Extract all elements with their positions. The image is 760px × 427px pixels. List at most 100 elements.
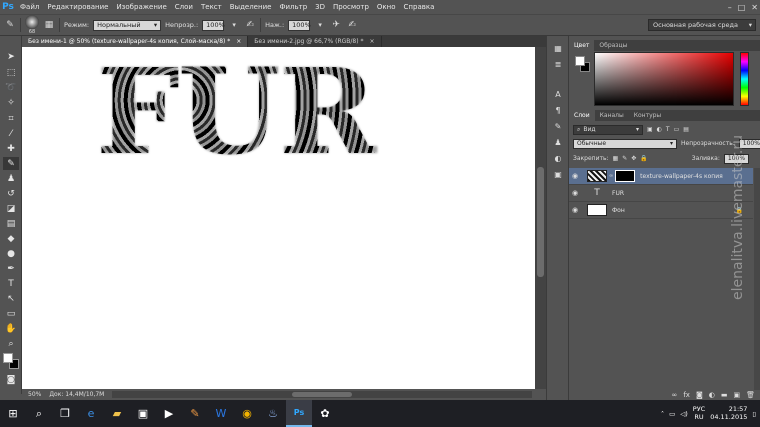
pressure-size-icon[interactable]: ✍ (346, 19, 358, 31)
mask-thumbnail[interactable] (615, 170, 636, 182)
crop-tool-icon[interactable]: ⌗ (3, 112, 19, 125)
filter-pixel-icon[interactable]: ▣ (647, 126, 653, 133)
brush-panel-icon[interactable]: ✎ (551, 120, 565, 132)
history-brush-tool-icon[interactable]: ↺ (3, 187, 19, 200)
filter-shape-icon[interactable]: ▭ (674, 126, 680, 133)
add-mask-icon[interactable]: ◙ (696, 391, 703, 400)
eye-icon[interactable]: ◉ (569, 189, 581, 197)
file-explorer-icon[interactable]: ▰ (104, 400, 130, 427)
windows-start-icon[interactable]: ⊞ (0, 400, 26, 427)
filter-text-icon[interactable]: T (666, 126, 670, 133)
store-icon[interactable]: ▣ (130, 400, 156, 427)
brush-preset-picker[interactable]: 68 (25, 15, 39, 35)
pressure-field[interactable]: 100% (288, 19, 311, 31)
volume-icon[interactable]: ◁) (680, 410, 688, 418)
tab-paths[interactable]: Контуры (629, 110, 666, 121)
scroll-thumb[interactable] (292, 392, 352, 397)
blur-tool-icon[interactable]: ◆ (3, 232, 19, 245)
photoshop-icon[interactable]: Ps (286, 400, 312, 427)
chrome-icon[interactable]: ◉ (234, 400, 260, 427)
zoom-level[interactable]: 50% (28, 391, 41, 398)
lock-pixels-icon[interactable]: ✎ (622, 155, 627, 162)
word-icon[interactable]: W (208, 400, 234, 427)
foreground-color-swatch[interactable] (3, 353, 13, 363)
filter-adjust-icon[interactable]: ◐ (657, 126, 662, 133)
vertical-scrollbar[interactable] (535, 47, 546, 389)
hand-tool-icon[interactable]: ✋ (3, 322, 19, 335)
menu-image[interactable]: Изображение (112, 3, 170, 11)
path-select-tool-icon[interactable]: ↖ (3, 292, 19, 305)
close-icon[interactable]: ✕ (751, 3, 758, 12)
character-panel-icon[interactable]: A (551, 88, 565, 100)
lock-position-icon[interactable]: ✥ (631, 155, 636, 162)
notifications-icon[interactable]: ▯ (752, 410, 756, 418)
menu-help[interactable]: Справка (400, 3, 439, 11)
task-view-icon[interactable]: ❐ (52, 400, 78, 427)
horizontal-scrollbar[interactable] (112, 391, 532, 398)
lasso-tool-icon[interactable]: ➰ (3, 81, 19, 94)
eye-icon[interactable]: ◉ (569, 172, 581, 180)
brush-tool-icon[interactable]: ✎ (4, 19, 16, 31)
app-icon[interactable]: ✿ (312, 400, 338, 427)
paint-icon[interactable]: ✎ (182, 400, 208, 427)
adjustments-panel-icon[interactable]: ◐ (551, 152, 565, 164)
adjustment-layer-icon[interactable]: ◐ (709, 391, 715, 400)
mode-select[interactable]: Нормальный ▾ (93, 19, 162, 31)
menu-text[interactable]: Текст (197, 3, 226, 11)
foreground-color-swatch[interactable] (575, 56, 585, 66)
maximize-icon[interactable]: □ (738, 3, 746, 12)
tab-channels[interactable]: Каналы (595, 110, 629, 121)
workspace-select[interactable]: Основная рабочая среда ▾ (648, 19, 756, 31)
blend-mode-select[interactable]: Обычные ▾ (573, 138, 677, 149)
zoom-tool-icon[interactable]: ⌕ (3, 337, 19, 350)
eye-icon[interactable]: ◉ (569, 206, 581, 214)
canvas[interactable]: FUR (22, 47, 535, 389)
close-icon[interactable]: × (236, 38, 241, 45)
airbrush-icon[interactable]: ✈ (330, 19, 342, 31)
lock-all-icon[interactable]: 🔒 (640, 155, 647, 162)
shape-tool-icon[interactable]: ▭ (3, 307, 19, 320)
network-icon[interactable]: ▭ (669, 410, 675, 418)
color-picker-field[interactable] (594, 52, 734, 106)
menu-file[interactable]: Файл (16, 3, 43, 11)
menu-select[interactable]: Выделение (226, 3, 276, 11)
quick-mask-icon[interactable]: ◙ (3, 373, 19, 386)
opacity-field[interactable]: 100% (202, 19, 225, 31)
layer-row[interactable]: ◉ ∞ texture-wallpaper-4s копия (569, 168, 753, 185)
edge-icon[interactable]: e (78, 400, 104, 427)
gradient-tool-icon[interactable]: ▤ (3, 217, 19, 230)
filter-smart-icon[interactable]: ▤ (683, 126, 689, 133)
chevron-up-icon[interactable]: ˄ (661, 410, 664, 418)
paragraph-panel-icon[interactable]: ¶ (551, 104, 565, 116)
layer-style-icon[interactable]: fx (683, 391, 690, 400)
stamp-tool-icon[interactable]: ♟ (3, 172, 19, 185)
tab-color[interactable]: Цвет (569, 40, 595, 51)
lock-transparent-icon[interactable]: ▦ (613, 155, 619, 162)
menu-layers[interactable]: Слои (171, 3, 197, 11)
clone-source-icon[interactable]: ♟ (551, 136, 565, 148)
steam-icon[interactable]: ♨ (260, 400, 286, 427)
brush-tool-icon[interactable]: ✎ (3, 157, 19, 170)
marquee-tool-icon[interactable]: ⬚ (3, 66, 19, 79)
link-layers-icon[interactable]: ∞ (672, 391, 678, 400)
quick-select-tool-icon[interactable]: ✧ (3, 96, 19, 109)
layer-filter-select[interactable]: ⌕ Вид ▾ (573, 124, 643, 135)
styles-panel-icon[interactable]: ▣ (551, 168, 565, 180)
history-panel-icon[interactable]: ▦ (551, 42, 565, 54)
link-icon[interactable]: ∞ (609, 173, 613, 179)
new-layer-icon[interactable]: ▣ (733, 391, 740, 400)
menu-edit[interactable]: Редактирование (43, 3, 112, 11)
chevron-down-icon[interactable]: ▾ (228, 19, 240, 31)
layer-row[interactable]: ◉ Фон 🔒 (569, 202, 753, 219)
pressure-opacity-icon[interactable]: ✍ (244, 19, 256, 31)
chevron-down-icon[interactable]: ▾ (314, 19, 326, 31)
healing-brush-tool-icon[interactable]: ✚ (3, 142, 19, 155)
trash-icon[interactable]: 🗑 (746, 391, 755, 400)
search-icon[interactable]: ⌕ (26, 400, 52, 427)
scroll-thumb[interactable] (537, 167, 544, 277)
menu-view[interactable]: Просмотр (329, 3, 373, 11)
eraser-tool-icon[interactable]: ◪ (3, 202, 19, 215)
move-tool-icon[interactable]: ➤ (3, 50, 19, 63)
layers-scrollbar[interactable] (754, 168, 760, 390)
hue-slider[interactable] (740, 52, 749, 106)
